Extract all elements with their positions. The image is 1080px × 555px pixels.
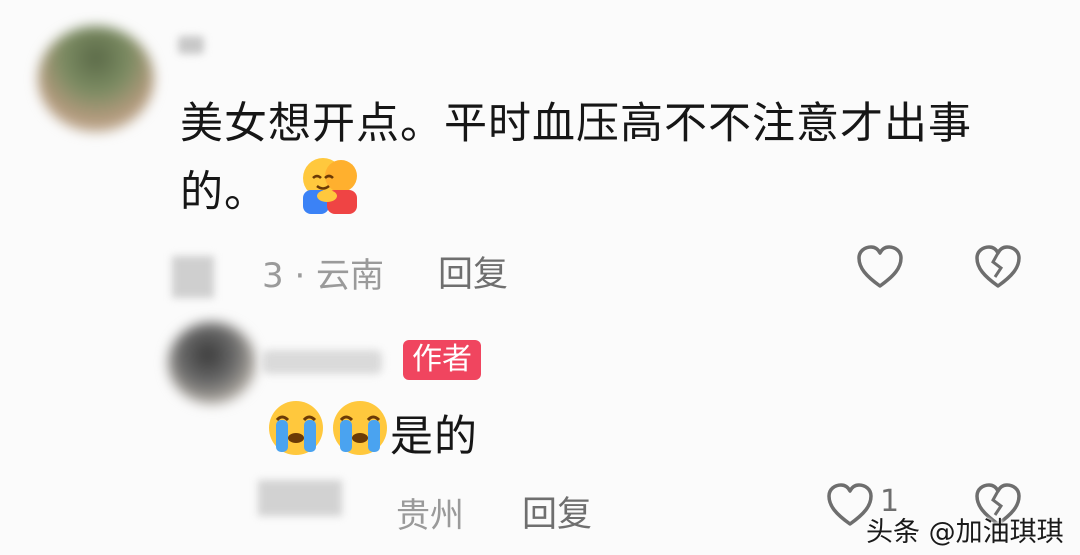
avatar[interactable] <box>168 322 256 404</box>
heart-icon[interactable] <box>856 244 904 294</box>
avatar[interactable] <box>38 26 154 132</box>
username-blurred <box>178 36 204 54</box>
crying-emoji <box>330 398 390 476</box>
comment-text-content: 是的 <box>390 412 478 462</box>
timestamp-blurred <box>172 256 214 298</box>
comment-text: 是的 <box>266 398 478 476</box>
comment-text: 美女想开点。平时血压高不不注意才出事 的。 <box>180 92 1040 234</box>
comment-text-line-1: 美女想开点。平时血压高不不注意才出事 <box>180 99 972 149</box>
meta-location: 贵州 <box>396 496 464 536</box>
reply-button[interactable]: 回复 <box>522 486 592 537</box>
timestamp-blurred <box>258 480 342 516</box>
crying-emoji <box>266 398 326 476</box>
author-badge: 作者 <box>403 340 481 380</box>
hug-emoji <box>297 156 363 234</box>
watermark: 头条 @加油琪琪 <box>866 517 1064 548</box>
username-blurred <box>262 350 382 374</box>
reply-button[interactable]: 回复 <box>438 246 508 297</box>
comment-text-line-2: 的。 <box>180 156 1040 234</box>
meta-location: 3 · 云南 <box>262 256 385 296</box>
broken-heart-icon[interactable] <box>974 244 1022 294</box>
comment-text-line-2-text: 的。 <box>180 167 268 218</box>
